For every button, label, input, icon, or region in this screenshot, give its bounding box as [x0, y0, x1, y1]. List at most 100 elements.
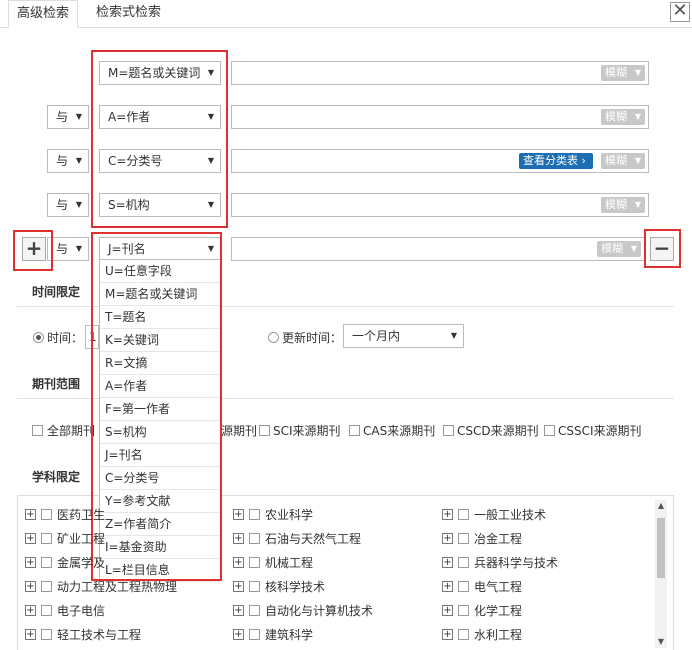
subject-section-title: 学科限定 — [32, 470, 81, 484]
search-input-3[interactable]: 查看分类表 › 模糊 ▼ — [231, 149, 649, 173]
logic-select-5[interactable]: 与 ▼ — [47, 237, 89, 261]
update-time-label: 更新时间： — [282, 331, 343, 345]
subject-checkbox[interactable] — [41, 533, 52, 544]
subject-checkbox[interactable] — [41, 509, 52, 520]
subject-label: 机械工程 — [265, 556, 314, 570]
subject-checkbox[interactable] — [41, 629, 52, 640]
chevron-down-icon: ▼ — [634, 112, 641, 121]
fuzzy-select-1[interactable]: 模糊 ▼ — [601, 65, 645, 81]
subject-checkbox[interactable] — [41, 557, 52, 568]
journal-checkbox-sci[interactable] — [259, 425, 270, 436]
expand-icon[interactable]: + — [233, 533, 244, 544]
subject-label: 水利工程 — [474, 628, 523, 642]
journal-label-sci: SCI来源期刊 — [273, 424, 341, 438]
subject-label: 金属学及 — [57, 556, 106, 570]
subject-checkbox[interactable] — [458, 557, 469, 568]
subject-label: 兵器科学与技术 — [474, 556, 559, 570]
fuzzy-select-4[interactable]: 模糊 ▼ — [601, 197, 645, 213]
expand-icon[interactable]: + — [233, 509, 244, 520]
search-input-2[interactable]: 模糊 ▼ — [231, 105, 649, 129]
expand-icon[interactable]: + — [233, 605, 244, 616]
subject-label: 化学工程 — [474, 604, 523, 618]
subject-checkbox[interactable] — [458, 533, 469, 544]
subject-label: 电子电信 — [57, 604, 106, 618]
expand-icon[interactable]: + — [25, 605, 36, 616]
search-input-4[interactable]: 模糊 ▼ — [231, 193, 649, 217]
expand-icon[interactable]: + — [442, 605, 453, 616]
subject-label: 电气工程 — [474, 580, 523, 594]
fuzzy-select-5[interactable]: 模糊 ▼ — [597, 241, 641, 257]
expand-icon[interactable]: + — [25, 581, 36, 592]
chevron-down-icon: ▼ — [75, 112, 82, 121]
expand-icon[interactable]: + — [25, 533, 36, 544]
subject-checkbox[interactable] — [41, 581, 52, 592]
tab-bar: 高级检索 检索式检索 — [0, 0, 692, 28]
subject-label: 核科学技术 — [265, 580, 326, 594]
tab-expression-search[interactable]: 检索式检索 — [88, 0, 169, 28]
fuzzy-label: 模糊 — [605, 66, 627, 79]
expand-icon[interactable]: + — [442, 509, 453, 520]
expand-icon[interactable]: + — [442, 557, 453, 568]
chevron-down-icon: ▼ — [75, 244, 82, 253]
expand-icon[interactable]: + — [25, 629, 36, 640]
fuzzy-label: 模糊 — [605, 198, 627, 211]
journal-label-all: 全部期刊 — [47, 424, 96, 438]
expand-icon[interactable]: + — [442, 533, 453, 544]
time-section-title: 时间限定 — [32, 285, 81, 299]
subject-checkbox[interactable] — [458, 629, 469, 640]
scroll-thumb[interactable] — [657, 518, 665, 578]
tab-advanced-search[interactable]: 高级检索 — [8, 0, 79, 28]
scrollbar[interactable]: ▲ ▼ — [655, 500, 667, 648]
subject-label: 矿业工程 — [57, 532, 106, 546]
search-input-5[interactable]: 模糊 ▼ — [231, 237, 645, 261]
subject-checkbox[interactable] — [249, 581, 260, 592]
expand-icon[interactable]: + — [233, 557, 244, 568]
journal-checkbox-cscd[interactable] — [443, 425, 454, 436]
journal-label-cssci: CSSCI来源期刊 — [558, 424, 642, 438]
highlight-box-add — [13, 230, 53, 271]
logic-select-2[interactable]: 与 ▼ — [47, 105, 89, 129]
expand-icon[interactable]: + — [442, 629, 453, 640]
subject-label: 轻工技术与工程 — [57, 628, 142, 642]
fuzzy-select-2[interactable]: 模糊 ▼ — [601, 109, 645, 125]
chevron-down-icon: ▼ — [634, 68, 641, 77]
update-time-radio[interactable] — [268, 332, 279, 343]
subject-checkbox[interactable] — [41, 605, 52, 616]
subject-label: 医药卫生 — [57, 508, 106, 522]
time-radio[interactable] — [33, 332, 44, 343]
chevron-down-icon: ▼ — [75, 200, 82, 209]
expand-icon[interactable]: + — [25, 509, 36, 520]
logic-select-4[interactable]: 与 ▼ — [47, 193, 89, 217]
subject-label: 自动化与计算机技术 — [265, 604, 374, 618]
journal-checkbox-cssci[interactable] — [544, 425, 555, 436]
update-time-select[interactable]: 一个月内 ▼ — [343, 324, 464, 348]
subject-checkbox[interactable] — [249, 605, 260, 616]
logic-label: 与 — [56, 198, 69, 212]
time-label: 时间： — [47, 331, 84, 345]
subject-checkbox[interactable] — [249, 629, 260, 640]
subject-checkbox[interactable] — [249, 533, 260, 544]
expand-icon[interactable]: + — [25, 557, 36, 568]
logic-select-3[interactable]: 与 ▼ — [47, 149, 89, 173]
expand-icon[interactable]: + — [442, 581, 453, 592]
fuzzy-label: 模糊 — [605, 154, 627, 167]
highlight-box-remove — [644, 229, 681, 268]
subject-checkbox[interactable] — [458, 581, 469, 592]
subject-label: 冶金工程 — [474, 532, 523, 546]
search-input-1[interactable]: 模糊 ▼ — [231, 61, 649, 85]
subject-checkbox[interactable] — [249, 509, 260, 520]
fuzzy-select-3[interactable]: 模糊 ▼ — [601, 153, 645, 169]
journal-checkbox-cas[interactable] — [349, 425, 360, 436]
fuzzy-label: 模糊 — [601, 242, 623, 255]
view-classification-button[interactable]: 查看分类表 › — [519, 153, 593, 169]
subject-checkbox[interactable] — [458, 605, 469, 616]
scroll-up-icon[interactable]: ▲ — [655, 500, 667, 512]
subject-checkbox[interactable] — [458, 509, 469, 520]
expand-icon[interactable]: + — [233, 629, 244, 640]
journal-checkbox-all[interactable] — [32, 425, 43, 436]
journal-label-cas: CAS来源期刊 — [363, 424, 436, 438]
expand-icon[interactable]: + — [233, 581, 244, 592]
close-icon[interactable]: ✕ — [670, 2, 690, 22]
subject-checkbox[interactable] — [249, 557, 260, 568]
scroll-down-icon[interactable]: ▼ — [655, 636, 667, 648]
